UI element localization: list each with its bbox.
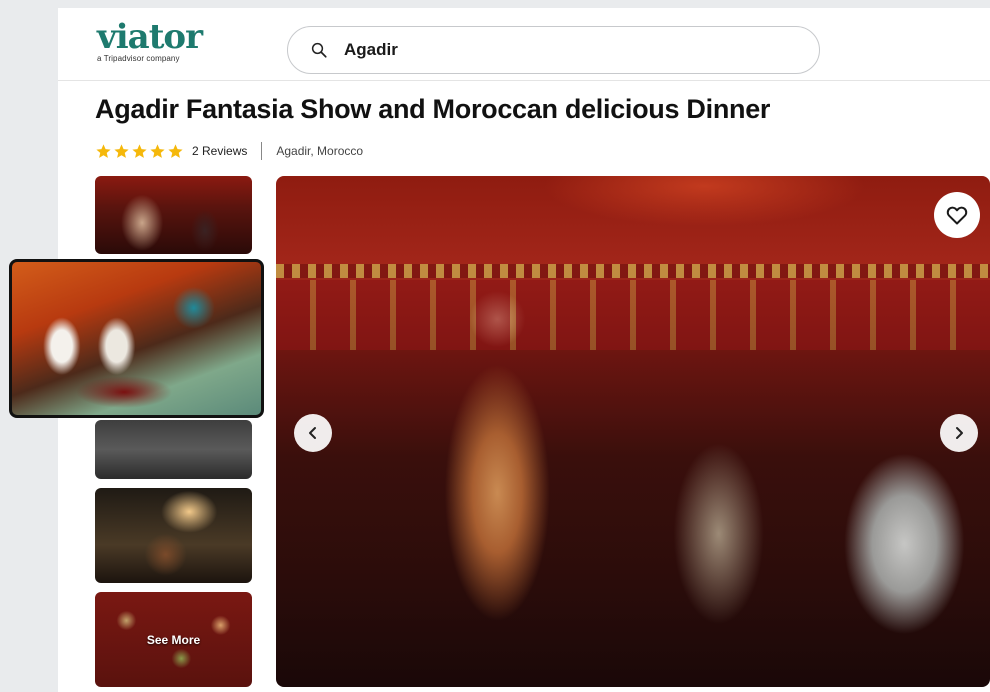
gallery-thumbnail[interactable] — [95, 420, 252, 479]
gallery-thumbnail[interactable] — [95, 176, 252, 254]
logo-wordmark: viator — [97, 17, 203, 57]
star-icon — [114, 143, 129, 158]
tent-wall-pattern — [276, 280, 990, 350]
search-input[interactable]: Agadir — [287, 26, 820, 74]
meta-divider — [261, 142, 263, 160]
search-value: Agadir — [344, 40, 398, 59]
search-icon — [311, 42, 327, 58]
chevron-right-icon — [956, 427, 963, 439]
viator-logo[interactable]: viator a Tripadvisor company — [97, 17, 203, 63]
rating-stars[interactable] — [95, 143, 184, 160]
gallery-thumbnail-see-more[interactable]: See More — [95, 592, 252, 687]
see-more-label: See More — [146, 632, 201, 647]
chevron-left-icon — [309, 427, 316, 439]
star-icon — [150, 143, 165, 158]
page-title: Agadir Fantasia Show and Moroccan delici… — [95, 94, 771, 124]
listing-meta: 2 Reviews Agadir, Morocco — [95, 142, 363, 160]
star-icon — [96, 143, 111, 158]
header-divider — [58, 80, 990, 81]
reviews-link[interactable]: 2 Reviews — [192, 144, 247, 158]
location-text: Agadir, Morocco — [276, 144, 364, 158]
main-photo[interactable] — [276, 176, 990, 687]
next-photo-button[interactable] — [940, 414, 978, 452]
tent-decoration — [276, 264, 990, 278]
gallery-thumbnail-selected[interactable] — [9, 259, 264, 418]
star-icon — [168, 143, 183, 158]
star-icon — [132, 143, 147, 158]
previous-photo-button[interactable] — [294, 414, 332, 452]
favorite-button[interactable] — [934, 192, 980, 238]
gallery-thumbnail[interactable] — [95, 488, 252, 583]
heart-icon — [946, 206, 968, 225]
